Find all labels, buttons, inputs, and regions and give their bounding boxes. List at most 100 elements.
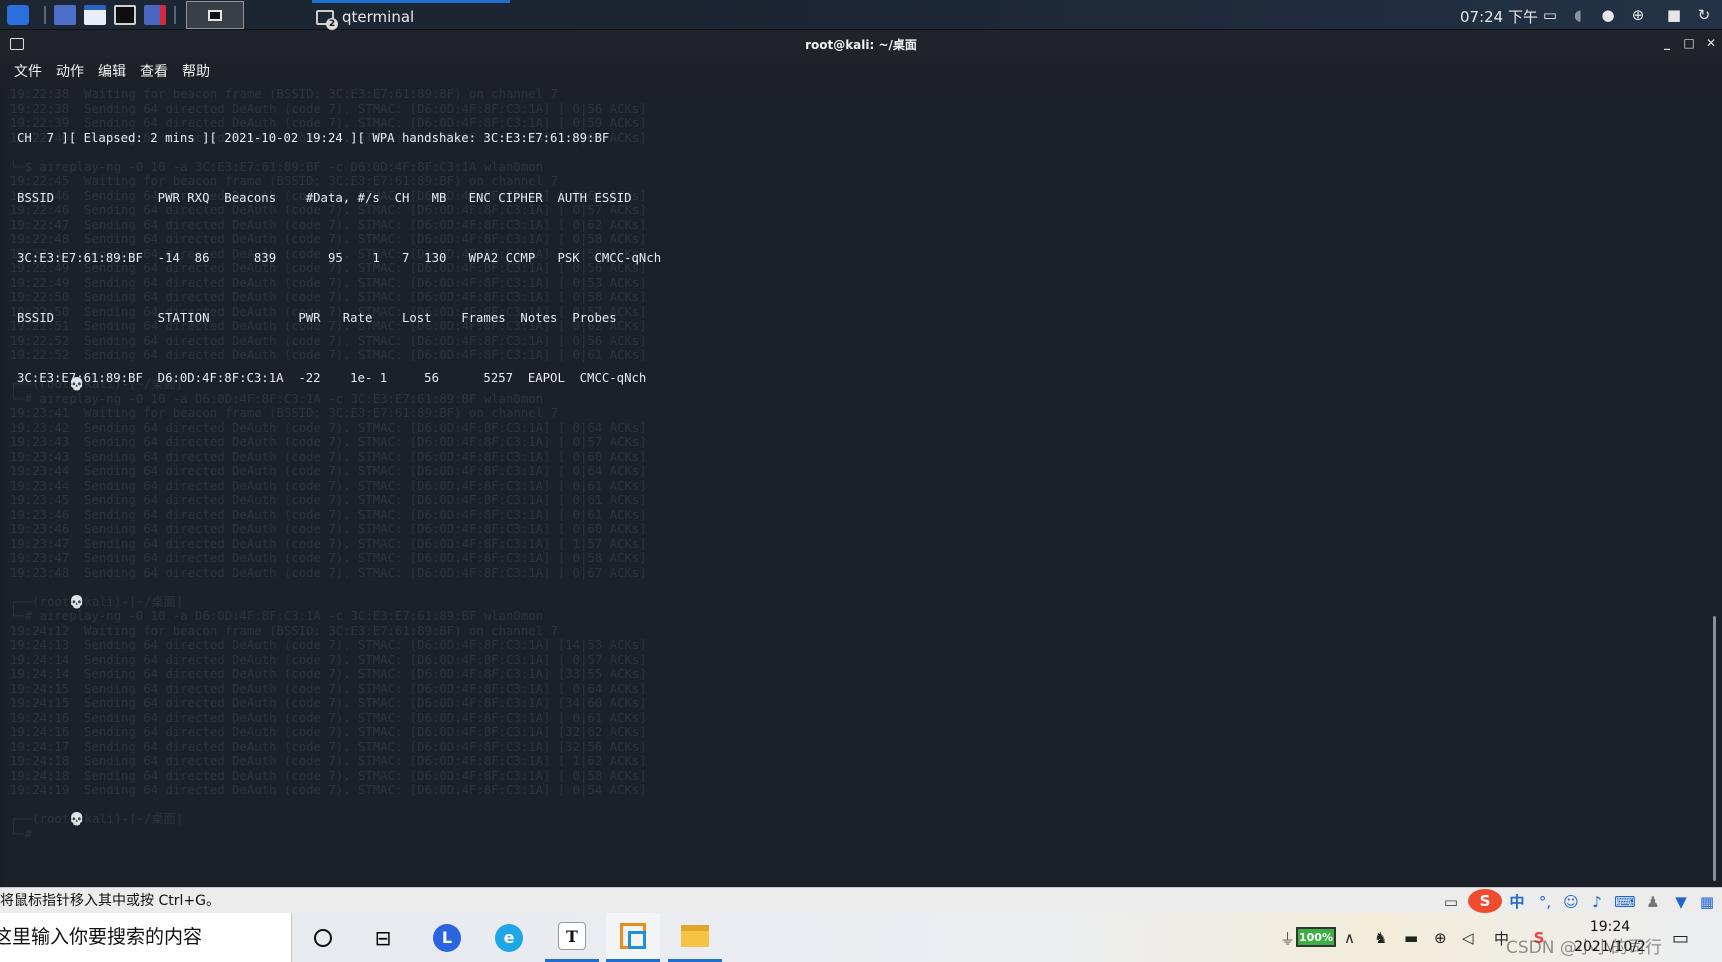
vm-device-icon[interactable]: ▭: [1440, 892, 1462, 912]
network-icon[interactable]: ⊕: [1628, 5, 1648, 25]
show-hidden-icons-chevron[interactable]: ∧: [1344, 927, 1355, 949]
minimize-button[interactable]: _: [1658, 34, 1676, 52]
background-log-line: 19:24:13 Sending 64 directed DeAuth (cod…: [10, 638, 647, 652]
background-log-line: [10, 579, 647, 594]
csdn-watermark: CSDN @小小的司行: [1506, 938, 1662, 958]
background-log-line: 19:23:45 Sending 64 directed DeAuth (cod…: [10, 493, 647, 507]
background-log-line: └─#: [10, 826, 40, 841]
background-log-line: 19:23:44 Sending 64 directed DeAuth (cod…: [10, 478, 647, 493]
speaker-icon[interactable]: ◁: [1462, 927, 1474, 949]
menu-edit[interactable]: 编辑: [98, 61, 126, 81]
taskbar-search-box[interactable]: 在这里输入你要搜索的内容: [0, 913, 292, 962]
background-log-line: 19:24:19 Sending 64 directed DeAuth (cod…: [10, 783, 647, 797]
kali-dragon-icon: [7, 5, 29, 25]
launcher-desktop[interactable]: [52, 3, 78, 27]
maximize-button[interactable]: □: [1680, 34, 1698, 52]
background-log-line: 19:23:46 Sending 64 directed DeAuth (cod…: [10, 507, 647, 522]
menu-actions[interactable]: 动作: [56, 61, 84, 81]
window-titlebar[interactable]: root@kali: ~/桌面 _ □ ✕: [0, 30, 1722, 58]
volume-icon[interactable]: ◖: [1568, 5, 1588, 25]
airodump-output: CH 7 ][ Elapsed: 2 mins ][ 2021-10-02 19…: [17, 102, 661, 430]
ime-lang-indicator[interactable]: 中: [1506, 892, 1528, 912]
action-center-icon[interactable]: ▭: [1672, 927, 1689, 949]
app-icon: [144, 5, 166, 25]
taskbar-app-explorer[interactable]: [668, 913, 722, 962]
keyboard-icon[interactable]: ⌨: [1614, 892, 1636, 912]
taskbar-app-vmware[interactable]: [606, 913, 660, 962]
terminal-icon: [114, 5, 136, 25]
menu-view[interactable]: 查看: [140, 61, 168, 81]
background-log-line: 19:23:46 Sending 64 directed DeAuth (cod…: [10, 522, 647, 536]
background-log-line: 19:24:14 Sending 64 directed DeAuth (cod…: [10, 652, 647, 667]
menu-file[interactable]: 文件: [14, 61, 42, 81]
vm-statusbar: 将鼠标指针移入其中或按 Ctrl+G。 ▭ S 中 °, ☺ ♪ ⌨ ♟ ▼ ▦: [0, 887, 1722, 913]
background-log-line: 19:24:16 Sending 64 directed DeAuth (cod…: [10, 725, 647, 739]
background-log-line: 19:23:44 Sending 64 directed DeAuth (cod…: [10, 464, 647, 478]
window-count-badge: 2: [326, 18, 338, 30]
search-placeholder: 在这里输入你要搜索的内容: [0, 926, 203, 948]
task-view-button[interactable]: ⊟: [356, 913, 410, 962]
background-log-line: 19:24:16 Sending 64 directed DeAuth (cod…: [10, 710, 647, 725]
background-log-line: 19:24:15 Sending 64 directed DeAuth (cod…: [10, 696, 647, 710]
task-label: qterminal: [342, 7, 415, 26]
user-icon[interactable]: ♟: [1642, 892, 1664, 912]
battery-icon[interactable]: ▬: [1404, 927, 1418, 949]
lark-icon: L: [433, 923, 461, 952]
typora-icon: T: [558, 922, 586, 950]
background-log-line: 19:22:38 Waiting for beacon frame (BSSID…: [10, 87, 558, 101]
toolbox-icon[interactable]: ▦: [1696, 892, 1718, 912]
panel-separator: [174, 6, 176, 24]
notification-bell-icon[interactable]: ●: [1598, 5, 1618, 25]
background-log-line: 19:23:43 Sending 64 directed DeAuth (cod…: [10, 449, 647, 464]
microphone-icon[interactable]: ♪: [1586, 892, 1608, 912]
sogou-ime-icon[interactable]: S: [1468, 889, 1502, 913]
power-plug-icon[interactable]: ⏚: [1280, 927, 1295, 949]
background-log-line: [10, 797, 647, 812]
background-log-line: 19:23:47 Sending 64 directed DeAuth (cod…: [10, 551, 647, 565]
background-log-line: 19:24:18 Sending 64 directed DeAuth (cod…: [10, 768, 647, 783]
display-icon[interactable]: ▭: [1540, 5, 1560, 25]
launcher-app[interactable]: [142, 3, 168, 27]
close-button[interactable]: ✕: [1702, 34, 1720, 52]
emoji-icon[interactable]: ☺: [1560, 892, 1582, 912]
menubar: 文件 动作 编辑 查看 帮助: [0, 58, 1722, 84]
workspace-icon: [208, 9, 222, 21]
file-explorer-icon: [681, 925, 709, 947]
folder-icon: [84, 5, 106, 25]
status-hint: 将鼠标指针移入其中或按 Ctrl+G。: [0, 893, 220, 909]
background-log-line: 19:24:12 Waiting for beacon frame (BSSID…: [10, 623, 558, 638]
taskbar-app-lark[interactable]: L: [420, 913, 474, 962]
power-icon[interactable]: ↻: [1694, 5, 1714, 25]
battery-indicator[interactable]: 100%: [1296, 927, 1336, 947]
taskbar-app-typora[interactable]: T: [545, 913, 599, 962]
taskbar-item-qterminal[interactable]: 2 qterminal: [312, 0, 510, 30]
ap-table-row: 3C:E3:E7:61:89:BF -14 86 839 95 1 7 130 …: [17, 251, 662, 265]
lock-icon[interactable]: ■: [1664, 5, 1684, 25]
cortana-button[interactable]: [296, 913, 350, 962]
vmware-icon: [620, 923, 646, 949]
taskbar-app-edge[interactable]: e: [482, 913, 536, 962]
launcher-files[interactable]: [82, 3, 108, 27]
skin-icon[interactable]: ▼: [1670, 892, 1692, 912]
panel-clock[interactable]: 07:24 下午: [1460, 6, 1538, 27]
station-table-header: BSSID STATION PWR Rate Lost Frames Notes…: [17, 311, 617, 325]
station-table-row: 3C:E3:E7:61:89:BF D6:0D:4F:8F:C3:1A -22 …: [17, 371, 647, 385]
background-log-line: 19:24:18 Sending 64 directed DeAuth (cod…: [10, 754, 647, 768]
workspace-button[interactable]: [186, 1, 244, 29]
globe-network-icon[interactable]: ⊕: [1434, 927, 1447, 949]
background-log-line: 19:24:17 Sending 64 directed DeAuth (cod…: [10, 739, 647, 754]
launcher-terminal[interactable]: [112, 3, 138, 27]
airodump-status-line: CH 7 ][ Elapsed: 2 mins ][ 2021-10-02 19…: [17, 131, 610, 145]
desktop-icon: [54, 5, 76, 25]
cortana-circle-icon: [314, 928, 332, 947]
task-view-icon: ⊟: [374, 925, 392, 950]
background-log-line: 19:23:48 Sending 64 directed DeAuth (cod…: [10, 565, 647, 580]
kali-menu-button[interactable]: [4, 3, 32, 27]
punctuation-icon[interactable]: °,: [1534, 892, 1556, 912]
qq-icon[interactable]: ♞: [1374, 927, 1387, 949]
desktop: 2 qterminal 07:24 下午 ▭ ◖ ● ⊕ ■ ↻ root@ka…: [0, 0, 1722, 962]
terminal-scrollbar[interactable]: [1713, 616, 1716, 881]
kali-top-panel: 2 qterminal 07:24 下午 ▭ ◖ ● ⊕ ■ ↻: [0, 0, 1722, 30]
terminal-area[interactable]: 19:22:38 Waiting for beacon frame (BSSID…: [4, 84, 1722, 887]
menu-help[interactable]: 帮助: [182, 61, 210, 81]
